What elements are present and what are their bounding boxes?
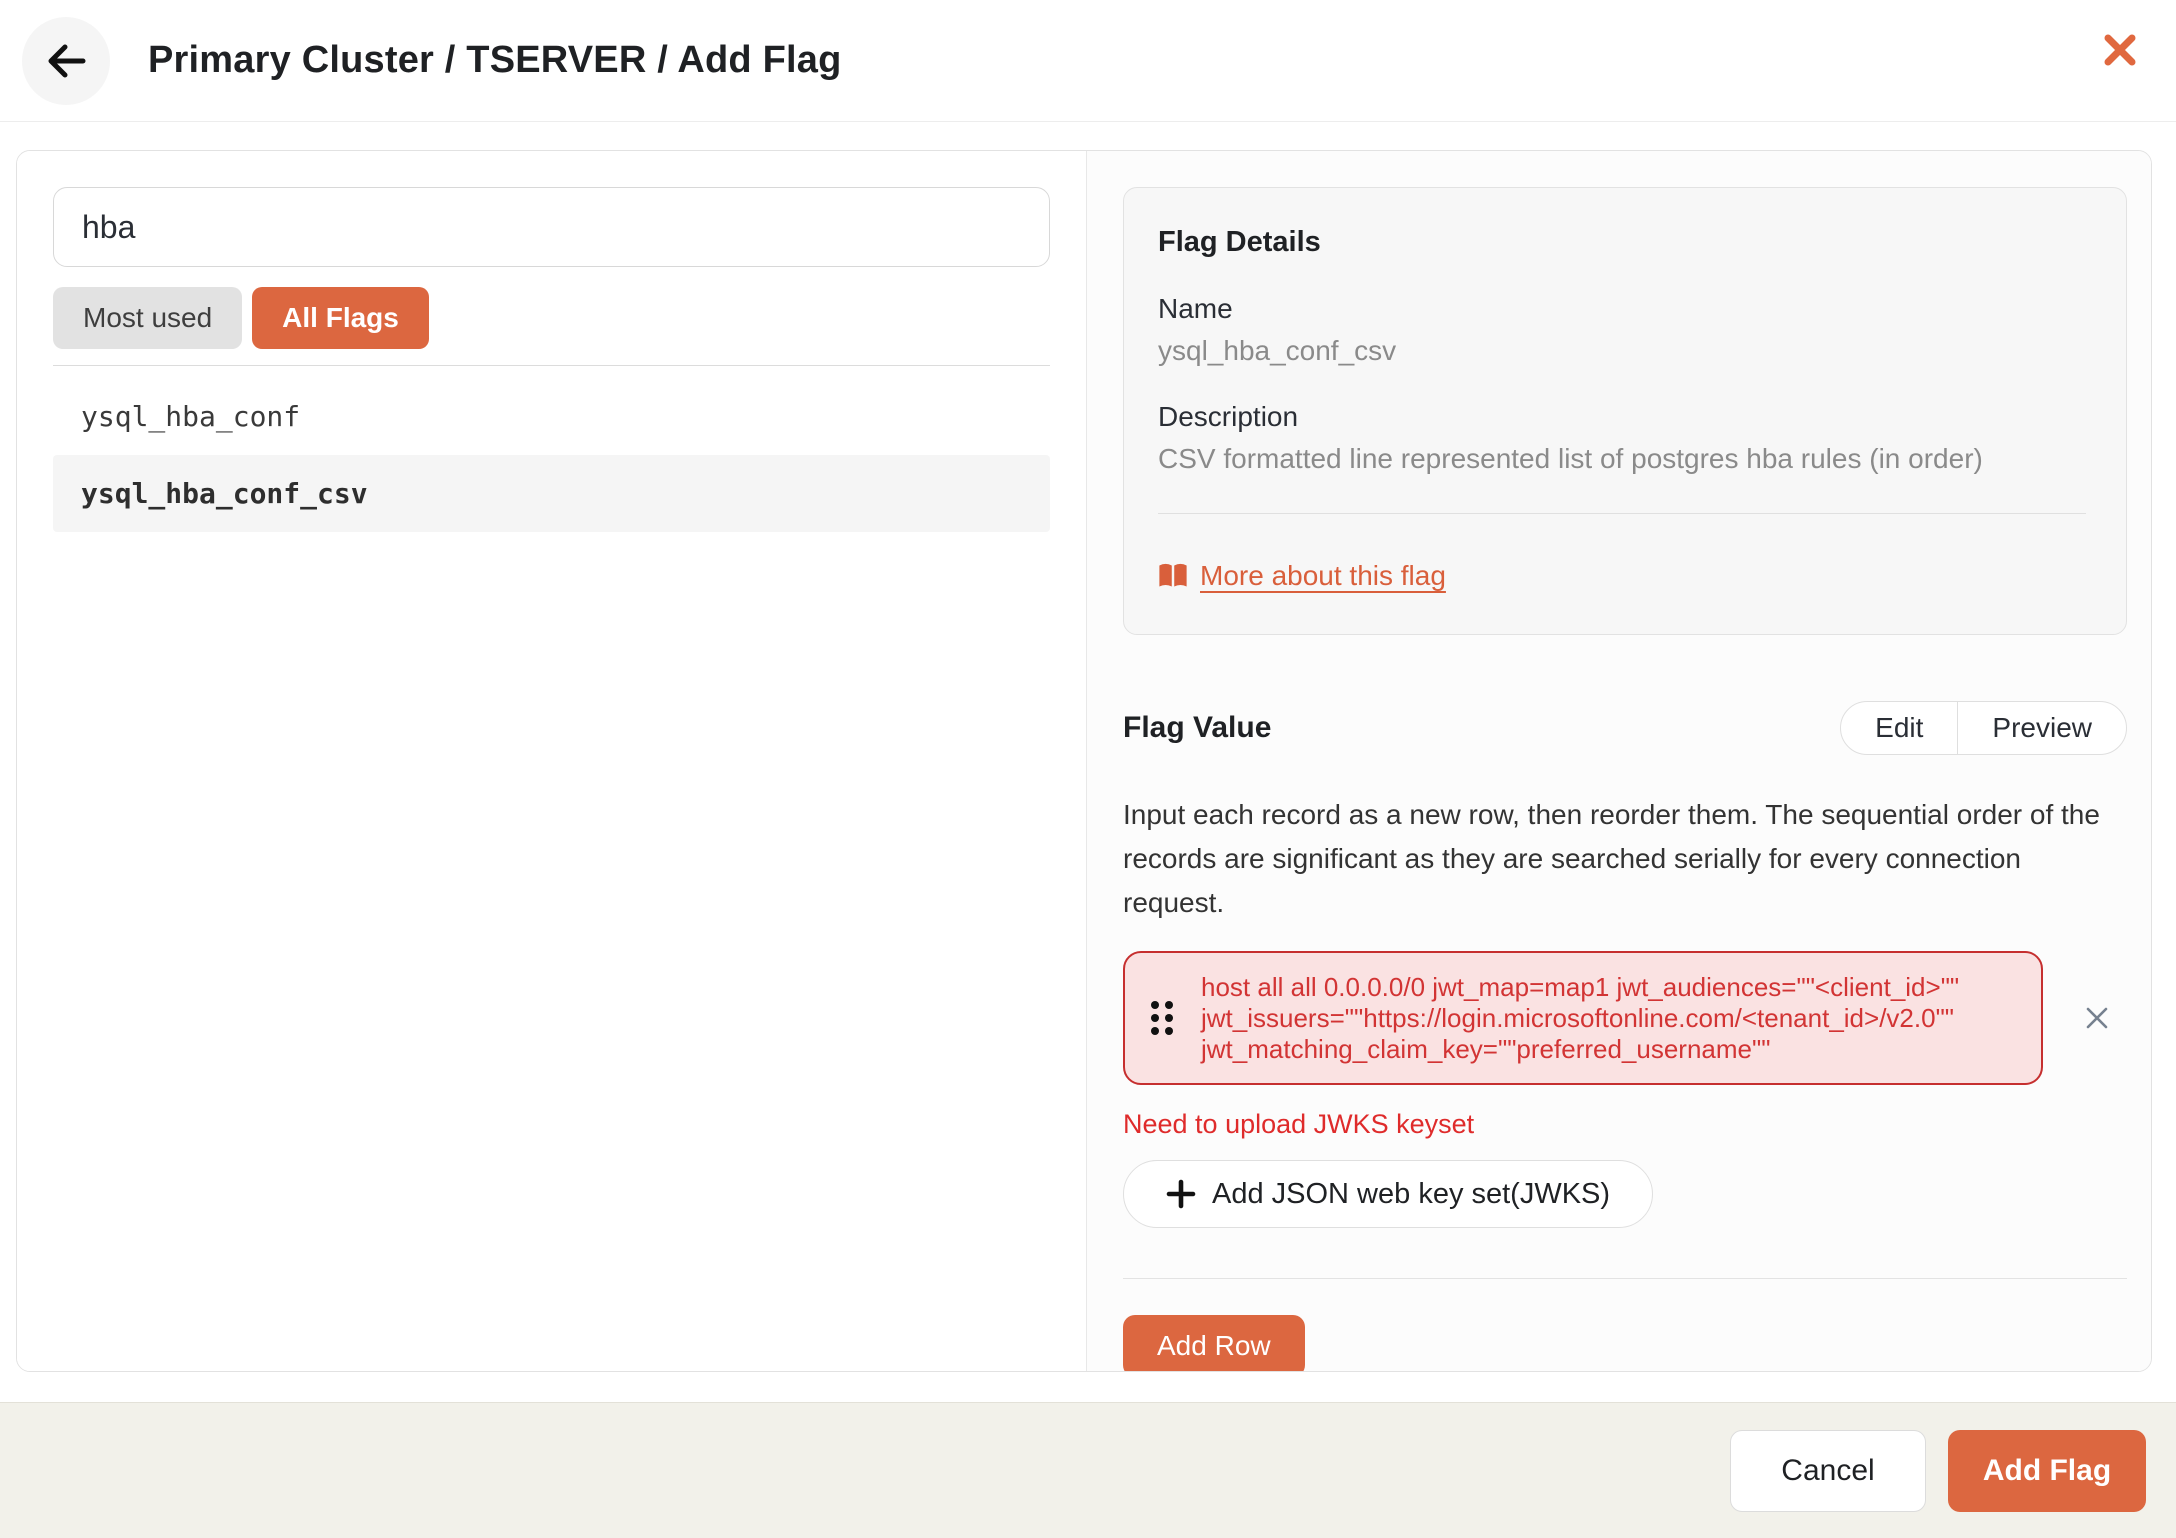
preview-toggle-button[interactable]: Preview [1957,702,2126,754]
description-label: Description [1158,401,1299,432]
back-arrow-icon [43,43,89,79]
add-row-button[interactable]: Add Row [1123,1315,1305,1371]
add-jwks-button-label: Add JSON web key set(JWKS) [1212,1177,1611,1210]
add-jwks-button[interactable]: Add JSON web key set(JWKS) [1123,1160,1654,1228]
name-value: ysql_hba_conf_csv [1158,335,1397,366]
flag-details-card: Flag Details Name ysql_hba_conf_csv Desc… [1123,187,2127,635]
flag-list: ysql_hba_conf ysql_hba_conf_csv [53,378,1050,532]
modal-header: Primary Cluster / TSERVER / Add Flag [0,0,2176,122]
flag-filter-tabs: Most used All Flags [53,287,1050,349]
description-value: CSV formatted line represented list of p… [1158,443,1983,474]
add-flag-button[interactable]: Add Flag [1948,1429,2146,1512]
tab-most-used[interactable]: Most used [53,287,243,349]
filter-list-divider [53,365,1050,366]
dialog-footer: Cancel Add Flag [0,1402,2176,1538]
remove-row-button[interactable] [2077,998,2117,1038]
close-icon [2101,31,2139,69]
edit-toggle-button[interactable]: Edit [1841,702,1957,754]
close-button[interactable] [2098,28,2142,72]
cancel-button[interactable]: Cancel [1730,1429,1926,1512]
flag-value-help-text: Input each record as a new row, then reo… [1123,799,2100,918]
jwks-error-text: Need to upload JWKS keyset [1123,1109,1475,1139]
flag-value-divider [1123,1278,2127,1279]
flag-details-heading: Flag Details [1158,226,1321,258]
book-icon [1158,563,1188,589]
flag-value-row-box[interactable]: host all all 0.0.0.0/0 jwt_map=map1 jwt_… [1123,951,2043,1085]
plus-icon [1166,1179,1196,1209]
flag-list-item-selected[interactable]: ysql_hba_conf_csv [53,455,1050,532]
remove-icon [2082,1003,2112,1033]
name-label: Name [1158,293,1233,324]
edit-preview-toggle: Edit Preview [1840,701,2127,755]
flag-value-row: host all all 0.0.0.0/0 jwt_map=map1 jwt_… [1123,951,2127,1085]
tab-all-flags[interactable]: All Flags [252,287,429,349]
page-title: Primary Cluster / TSERVER / Add Flag [148,39,842,81]
more-about-flag-link[interactable]: More about this flag [1200,560,1446,592]
flag-search-input[interactable] [53,187,1050,267]
flag-config-panel: Flag Details Name ysql_hba_conf_csv Desc… [1087,151,2151,1371]
flag-value-row-text: host all all 0.0.0.0/0 jwt_map=map1 jwt_… [1201,971,1960,1064]
add-flag-dialog-body: Most used All Flags ysql_hba_conf ysql_h… [16,150,2152,1372]
back-button[interactable] [22,16,110,105]
flag-list-item[interactable]: ysql_hba_conf [53,378,1050,455]
drag-handle-icon[interactable] [1149,998,1175,1038]
flag-search-panel: Most used All Flags ysql_hba_conf ysql_h… [17,151,1087,1371]
details-divider [1158,513,2086,514]
flag-value-heading: Flag Value [1123,711,1272,744]
